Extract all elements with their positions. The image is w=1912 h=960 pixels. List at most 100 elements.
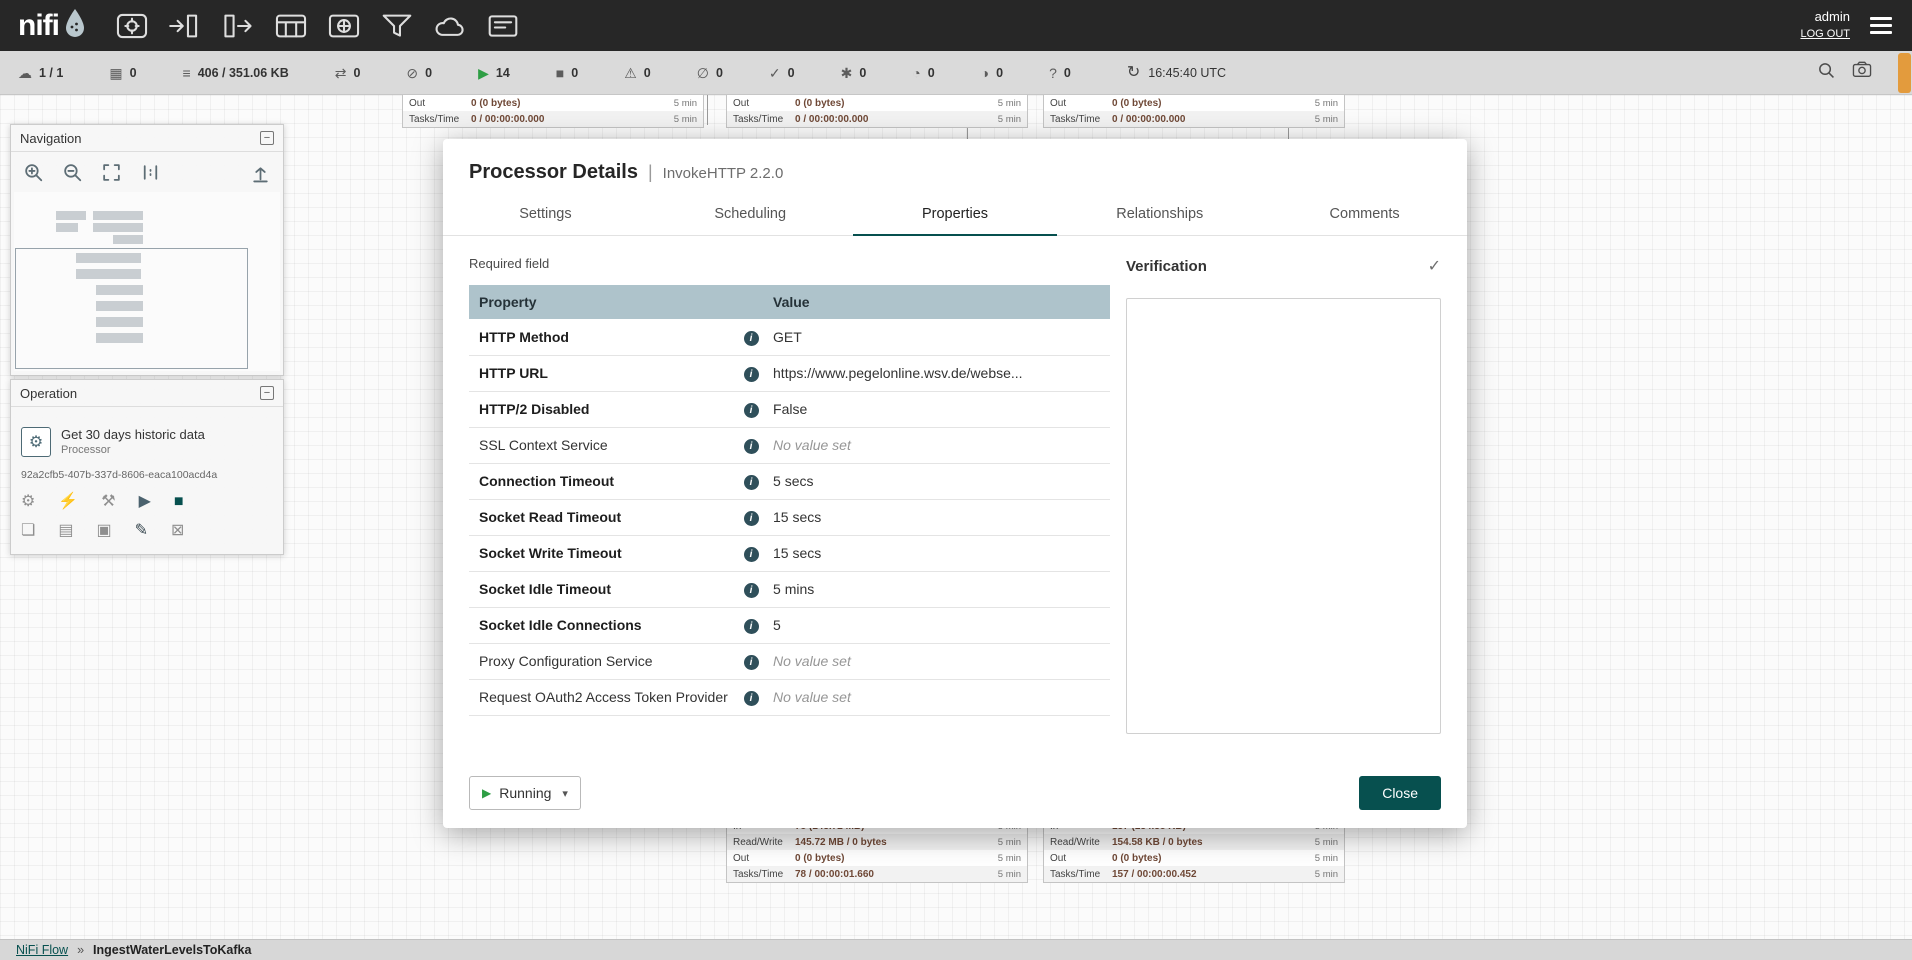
run-state-button[interactable]: ▶ Running ▾ bbox=[469, 776, 581, 810]
processor-details-dialog: Processor Details | InvokeHTTP 2.2.0 Set… bbox=[443, 139, 1467, 828]
property-row[interactable]: HTTP MethodiGET bbox=[469, 319, 1110, 355]
verify-icon[interactable]: ⚒ bbox=[101, 494, 115, 510]
property-row[interactable]: Socket Read Timeouti15 secs bbox=[469, 499, 1110, 535]
tab-settings[interactable]: Settings bbox=[443, 195, 648, 235]
breadcrumb-root-link[interactable]: NiFi Flow bbox=[16, 943, 68, 957]
nifi-droplet-icon bbox=[63, 8, 87, 43]
template-icon[interactable] bbox=[431, 9, 469, 43]
delete-icon[interactable]: ⊠ bbox=[171, 523, 184, 539]
refresh-icon[interactable]: ↻ bbox=[1127, 65, 1140, 81]
zoom-out-icon[interactable] bbox=[62, 162, 83, 183]
stat-value: 0 (0 bytes) bbox=[1112, 853, 1315, 864]
stat-row: Tasks/Time0 / 00:00:00.0005 min bbox=[403, 111, 703, 127]
nifi-logo: nifi bbox=[18, 8, 87, 43]
transmitting-icon: ⇄ bbox=[335, 66, 347, 80]
processor-icon[interactable] bbox=[113, 9, 151, 43]
group-icon[interactable]: ▣ bbox=[96, 523, 111, 539]
property-row[interactable]: SSL Context ServiceiNo value set bbox=[469, 427, 1110, 463]
snapshot-icon[interactable] bbox=[1852, 61, 1872, 84]
info-icon[interactable]: i bbox=[744, 475, 759, 490]
title-separator: | bbox=[648, 162, 653, 183]
info-icon[interactable]: i bbox=[744, 655, 759, 670]
property-info-cell bbox=[739, 715, 763, 731]
queued-icon: ≡ bbox=[183, 66, 191, 80]
tab-relationships[interactable]: Relationships bbox=[1057, 195, 1262, 235]
info-icon[interactable]: i bbox=[744, 403, 759, 418]
process-group-icon[interactable] bbox=[272, 9, 310, 43]
status-queued: ≡406 / 351.06 KB bbox=[183, 66, 289, 80]
dialog-title: Processor Details bbox=[469, 161, 638, 184]
status-stopped: ■0 bbox=[556, 66, 578, 80]
tab-comments[interactable]: Comments bbox=[1262, 195, 1467, 235]
stat-row: Out0 (0 bytes)5 min bbox=[1044, 95, 1344, 111]
copy-icon[interactable]: ❏ bbox=[21, 523, 35, 539]
output-port-icon[interactable] bbox=[219, 9, 257, 43]
property-row[interactable]: Proxy Configuration ServiceiNo value set bbox=[469, 643, 1110, 679]
leave-group-icon[interactable] bbox=[250, 162, 271, 183]
stop-icon[interactable]: ■ bbox=[174, 494, 184, 510]
paste-icon[interactable]: ▤ bbox=[58, 523, 73, 539]
collapse-icon[interactable] bbox=[260, 386, 274, 400]
selected-component-id: 92a2cfb5-407b-337d-8606-eaca100acd4a bbox=[21, 469, 273, 481]
stat-window: 5 min bbox=[998, 98, 1021, 109]
configure-icon[interactable]: ⚙ bbox=[21, 494, 35, 510]
stat-label: Tasks/Time bbox=[733, 869, 795, 880]
input-port-icon[interactable] bbox=[166, 9, 204, 43]
stat-value: 0 (0 bytes) bbox=[795, 853, 998, 864]
color-icon[interactable]: ✎ bbox=[135, 523, 148, 539]
processor-stats-box[interactable]: Out0 (0 bytes)5 minTasks/Time0 / 00:00:0… bbox=[402, 95, 704, 128]
info-icon[interactable]: i bbox=[744, 331, 759, 346]
stat-value: 145.72 MB / 0 bytes bbox=[795, 837, 998, 848]
minimap[interactable] bbox=[14, 192, 280, 371]
property-name: Request OAuth2 Access Token Provider bbox=[469, 679, 739, 715]
property-row[interactable]: Socket Write Timeouti15 secs bbox=[469, 535, 1110, 571]
tab-scheduling[interactable]: Scheduling bbox=[648, 195, 853, 235]
info-icon[interactable]: i bbox=[744, 439, 759, 454]
logout-link[interactable]: LOG OUT bbox=[1800, 28, 1850, 40]
enable-icon[interactable]: ⚡ bbox=[58, 494, 78, 510]
info-icon[interactable]: i bbox=[744, 367, 759, 382]
property-value: 5 mins bbox=[763, 571, 1110, 607]
menu-icon[interactable] bbox=[1870, 17, 1892, 34]
property-row[interactable]: Socket Idle Timeouti5 mins bbox=[469, 571, 1110, 607]
verification-check-icon[interactable]: ✓ bbox=[1428, 256, 1441, 276]
processor-stats-box[interactable]: Out0 (0 bytes)5 minTasks/Time0 / 00:00:0… bbox=[1043, 95, 1345, 128]
close-button[interactable]: Close bbox=[1359, 776, 1441, 810]
stat-window: 5 min bbox=[1315, 837, 1338, 848]
info-icon[interactable]: i bbox=[744, 583, 759, 598]
property-row[interactable] bbox=[469, 715, 1110, 731]
info-icon[interactable]: i bbox=[744, 547, 759, 562]
processor-type-icon: ⚙ bbox=[21, 427, 51, 457]
refresh-group[interactable]: ↻ 16:45:40 UTC bbox=[1127, 65, 1226, 81]
zoom-in-icon[interactable] bbox=[23, 162, 44, 183]
stat-value: 78 / 00:00:01.660 bbox=[795, 869, 998, 880]
processor-stats-box[interactable]: Out0 (0 bytes)5 minTasks/Time0 / 00:00:0… bbox=[726, 95, 1028, 128]
info-icon[interactable]: i bbox=[744, 619, 759, 634]
tab-properties[interactable]: Properties bbox=[853, 195, 1058, 236]
property-row[interactable]: HTTP URLihttps://www.pegelonline.wsv.de/… bbox=[469, 355, 1110, 391]
property-row[interactable]: HTTP/2 DisablediFalse bbox=[469, 391, 1110, 427]
info-icon[interactable]: i bbox=[744, 511, 759, 526]
search-icon[interactable] bbox=[1817, 61, 1836, 85]
zoom-fit-icon[interactable] bbox=[101, 162, 122, 183]
zoom-actual-icon[interactable] bbox=[140, 162, 161, 183]
flow-analysis-tab[interactable] bbox=[1898, 53, 1911, 93]
property-row[interactable]: Socket Idle Connectionsi5 bbox=[469, 607, 1110, 643]
property-value: False bbox=[763, 391, 1110, 427]
dialog-subtitle: InvokeHTTP 2.2.0 bbox=[663, 165, 784, 182]
stat-row: Out0 (0 bytes)5 min bbox=[403, 95, 703, 111]
stat-label: Tasks/Time bbox=[1050, 114, 1112, 125]
property-row[interactable]: Connection Timeouti5 secs bbox=[469, 463, 1110, 499]
remote-process-group-icon[interactable] bbox=[325, 9, 363, 43]
stat-row: Out0 (0 bytes)5 min bbox=[727, 95, 1027, 111]
info-icon[interactable]: i bbox=[744, 691, 759, 706]
funnel-icon[interactable] bbox=[378, 9, 416, 43]
collapse-icon[interactable] bbox=[260, 131, 274, 145]
property-row[interactable]: Request OAuth2 Access Token ProvideriNo … bbox=[469, 679, 1110, 715]
label-icon[interactable] bbox=[484, 9, 522, 43]
status-count: 0 bbox=[928, 66, 935, 80]
component-toolbar bbox=[113, 9, 522, 43]
status-count: 1 / 1 bbox=[39, 66, 63, 80]
property-name: HTTP Method bbox=[469, 319, 739, 355]
start-icon[interactable]: ▶ bbox=[139, 494, 151, 510]
